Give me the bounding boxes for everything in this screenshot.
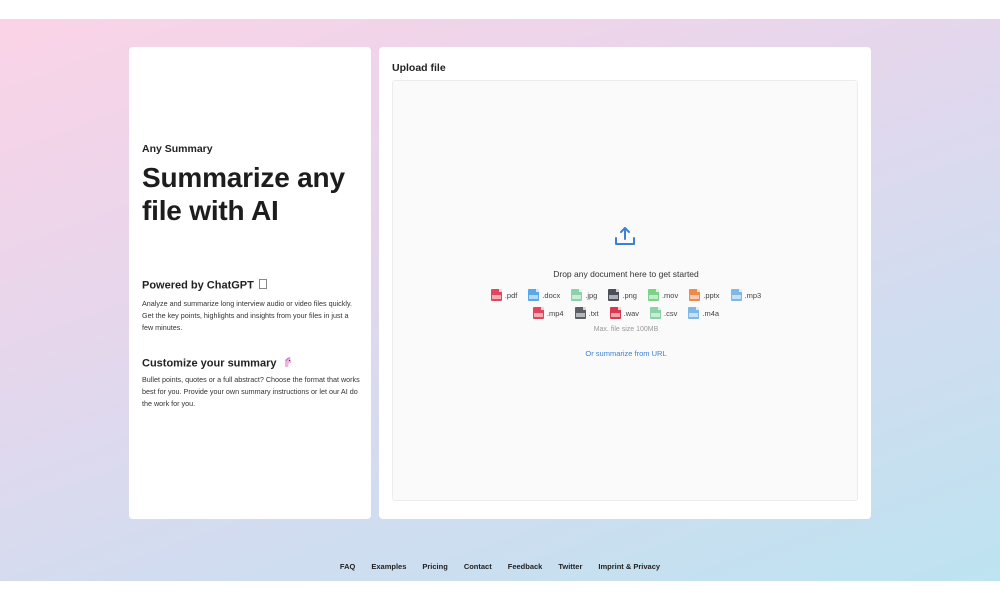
file-type-label: .pptx bbox=[703, 290, 720, 300]
docx-file-icon bbox=[528, 289, 540, 301]
file-type-label: .png bbox=[622, 290, 637, 300]
file-type-label: .wav bbox=[623, 308, 640, 318]
upload-icon bbox=[615, 227, 635, 245]
footer-link-contact[interactable]: Contact bbox=[464, 562, 492, 571]
feature-title-customize: Customize your summary bbox=[142, 356, 294, 371]
feature-text-customize: Bullet points, quotes or a full abstract… bbox=[142, 375, 360, 408]
file-type-label: .docx bbox=[542, 290, 561, 300]
unicorn-icon bbox=[282, 356, 294, 371]
footer-link-examples[interactable]: Examples bbox=[371, 562, 406, 571]
feature-title-chatgpt-text: Powered by ChatGPT bbox=[142, 279, 254, 292]
footer-link-faq[interactable]: FAQ bbox=[340, 562, 355, 571]
file-type-csv: .csv bbox=[650, 307, 677, 319]
mp3-file-icon bbox=[730, 289, 742, 301]
file-type-label: .csv bbox=[664, 308, 678, 318]
png-file-icon bbox=[608, 289, 620, 301]
file-type-pptx: .pptx bbox=[689, 289, 720, 301]
file-type-png: .png bbox=[608, 289, 637, 301]
wav-file-icon bbox=[609, 307, 621, 319]
mov-file-icon bbox=[647, 289, 659, 301]
file-type-label: .mp4 bbox=[546, 308, 564, 318]
file-type-jpg: .jpg bbox=[571, 289, 597, 301]
file-type-m4a: .m4a bbox=[688, 307, 719, 319]
mp4-file-icon bbox=[532, 307, 544, 319]
drop-instructions: Drop any document here to get started bbox=[553, 269, 699, 279]
intro-card: Any Summary Summarize any file with AI P… bbox=[129, 47, 371, 519]
page-title: Summarize any file with AI bbox=[142, 162, 345, 226]
upload-title: Upload file bbox=[392, 62, 446, 74]
file-dropzone[interactable]: Drop any document here to get started .p… bbox=[392, 80, 858, 501]
m4a-file-icon bbox=[688, 307, 700, 319]
footer-nav: FAQ Examples Pricing Contact Feedback Tw… bbox=[0, 562, 1000, 571]
feature-title-chatgpt: Powered by ChatGPT bbox=[142, 279, 267, 292]
file-type-txt: .txt bbox=[574, 307, 599, 319]
robot-icon bbox=[258, 279, 267, 292]
footer-link-feedback[interactable]: Feedback bbox=[508, 562, 543, 571]
file-type-label: .mp3 bbox=[744, 290, 762, 300]
brand-eyebrow: Any Summary bbox=[142, 143, 213, 155]
pdf-file-icon bbox=[490, 289, 502, 301]
file-types-row-2: .mp4 .txt .wav .csv .m4a bbox=[393, 307, 859, 319]
feature-title-customize-text: Customize your summary bbox=[142, 357, 277, 370]
jpg-file-icon bbox=[571, 289, 583, 301]
feature-text-chatgpt: Analyze and summarize long interview aud… bbox=[142, 299, 353, 332]
file-type-label: .m4a bbox=[702, 308, 720, 318]
txt-file-icon bbox=[574, 307, 586, 319]
footer-link-imprint[interactable]: Imprint & Privacy bbox=[598, 562, 660, 571]
file-type-label: .mov bbox=[661, 290, 679, 300]
upload-card: Upload file Drop any document here to ge… bbox=[379, 47, 871, 519]
summarize-from-url-link[interactable]: Or summarize from URL bbox=[393, 349, 859, 358]
pptx-file-icon bbox=[689, 289, 701, 301]
file-type-mov: .mov bbox=[647, 289, 679, 301]
file-type-docx: .docx bbox=[528, 289, 560, 301]
file-types-row-1: .pdf .docx .jpg .png .mov .pptx .mp3 bbox=[393, 289, 859, 301]
footer-link-twitter[interactable]: Twitter bbox=[558, 562, 582, 571]
file-type-label: .jpg bbox=[585, 290, 598, 300]
file-type-mp3: .mp3 bbox=[730, 289, 762, 301]
footer-link-pricing[interactable]: Pricing bbox=[422, 562, 447, 571]
csv-file-icon bbox=[650, 307, 662, 319]
file-type-pdf: .pdf bbox=[490, 289, 518, 301]
max-file-size: Max. file size 100MB bbox=[593, 326, 659, 333]
file-type-wav: .wav bbox=[609, 307, 640, 319]
file-type-label: .pdf bbox=[504, 290, 518, 300]
file-type-label: .txt bbox=[588, 308, 599, 318]
file-type-mp4: .mp4 bbox=[532, 307, 564, 319]
